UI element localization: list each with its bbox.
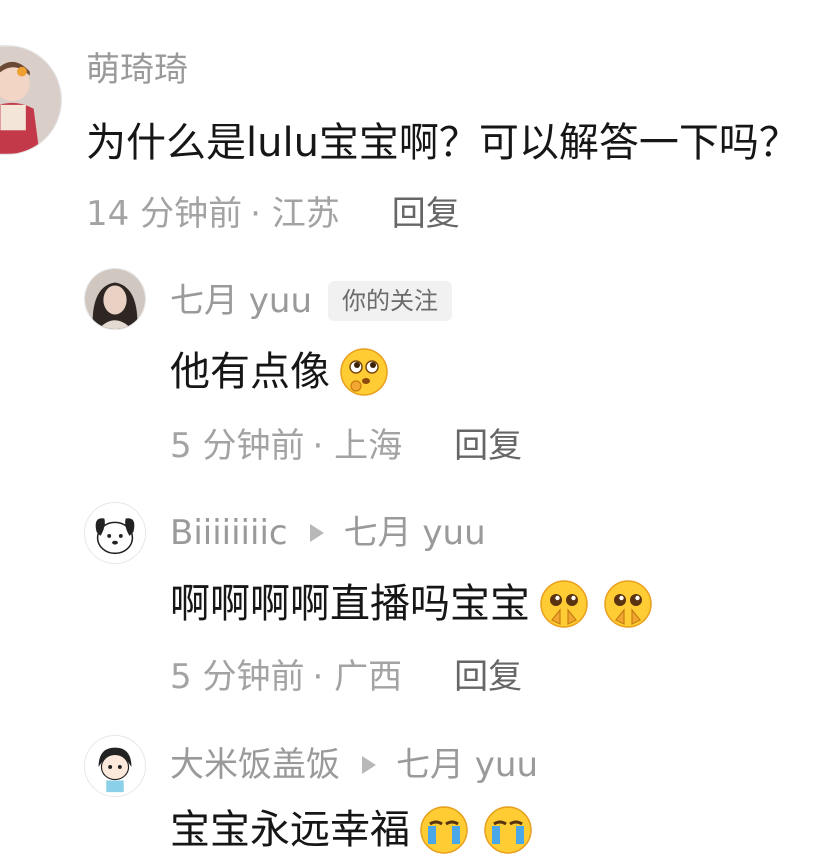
timestamp: 5 分钟前	[170, 657, 305, 697]
timestamp: 14 分钟前	[86, 194, 243, 234]
cartoon-girl-avatar-icon	[85, 736, 145, 796]
reply-button[interactable]: 回复	[392, 194, 460, 234]
reply-to-arrow-icon	[362, 756, 376, 774]
cartoon-dog-avatar-icon	[85, 503, 145, 563]
avatar[interactable]	[84, 268, 146, 330]
reply-button[interactable]: 回复	[454, 657, 522, 697]
location: · 上海	[312, 426, 403, 466]
timestamp: 5 分钟前	[170, 426, 305, 466]
author-name[interactable]: 大米饭盖饭	[170, 745, 340, 785]
avatar[interactable]	[0, 45, 62, 155]
reply-button[interactable]: 回复	[454, 426, 522, 466]
reply-to-arrow-icon	[309, 524, 324, 542]
comment-text: 为什么是lulu宝宝啊？可以解答一下吗？	[86, 120, 799, 166]
woman-photo-avatar-icon	[85, 269, 145, 329]
author-name[interactable]: 七月 yuu	[170, 281, 312, 321]
pleading-face-emoji-icon	[602, 578, 654, 630]
reply-to-name[interactable]: 七月 yuu	[396, 745, 538, 785]
comment-text: 他有点像	[170, 349, 330, 395]
location: · 广西	[312, 657, 403, 697]
location: · 江苏	[250, 194, 340, 234]
comment-text: 宝宝永远幸福	[170, 807, 410, 853]
comment-text: 啊啊啊啊直播吗宝宝	[170, 581, 530, 627]
child-photo-avatar-icon	[0, 46, 61, 154]
following-badge: 你的关注	[328, 281, 453, 321]
pleading-face-emoji-icon	[538, 578, 590, 630]
author-name[interactable]: 萌琦琦	[86, 50, 188, 90]
reply-to-name[interactable]: 七月 yuu	[344, 513, 486, 553]
avatar[interactable]	[84, 502, 146, 564]
thinking-face-emoji-icon	[338, 346, 390, 398]
author-name[interactable]: Biiiiiiiic	[170, 513, 288, 553]
avatar[interactable]	[84, 735, 146, 797]
crying-face-emoji-icon	[418, 804, 470, 856]
crying-face-emoji-icon	[482, 804, 534, 856]
